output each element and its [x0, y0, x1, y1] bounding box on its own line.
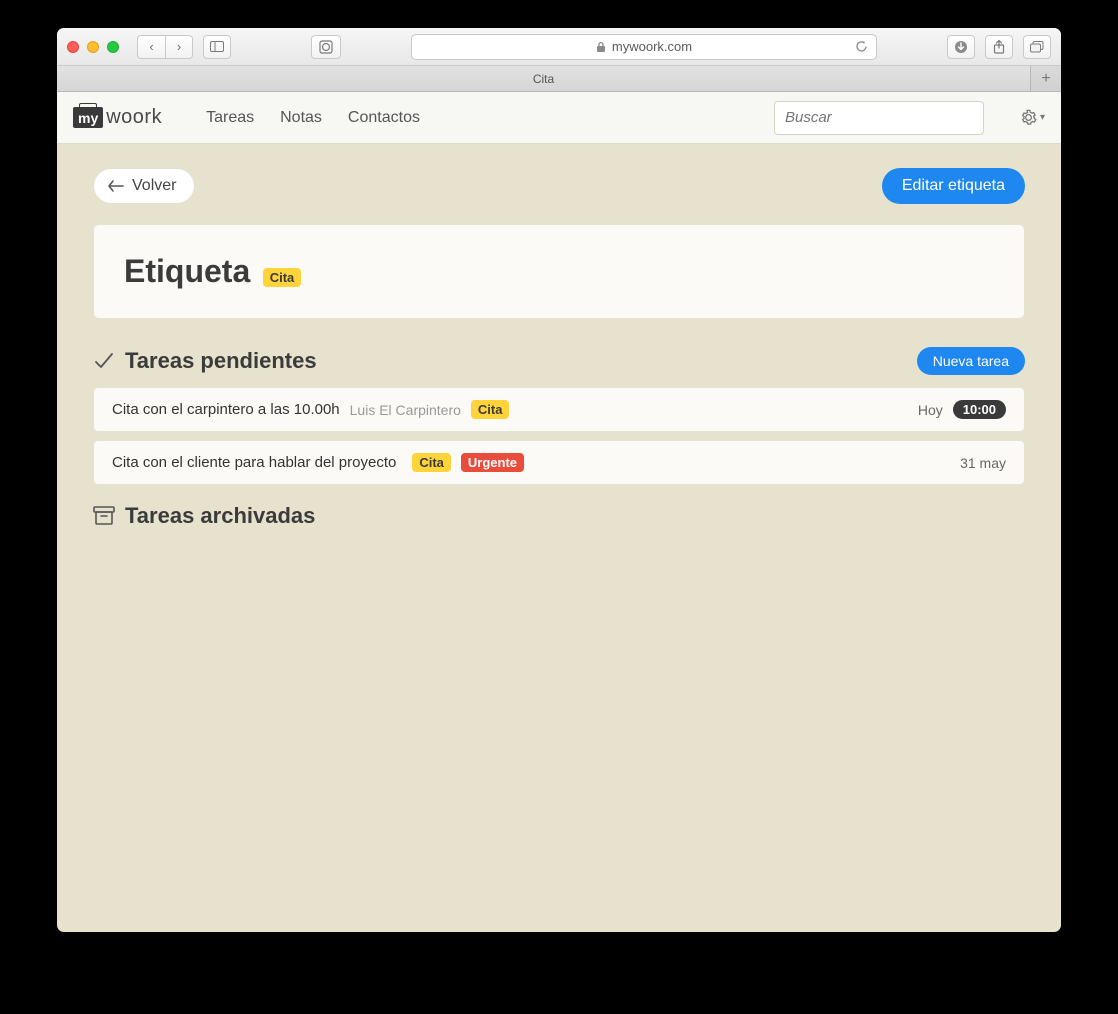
url-bar[interactable]: mywoork.com [411, 34, 877, 60]
arrow-left-icon [108, 180, 124, 192]
pending-section-header: Tareas pendientes Nueva tarea [93, 347, 1025, 375]
nav-contactos[interactable]: Contactos [348, 109, 420, 127]
page-title: Etiqueta [124, 253, 250, 290]
browser-tab[interactable]: Cita [57, 66, 1031, 91]
logo-text: woork [106, 106, 162, 129]
window-controls [67, 41, 119, 53]
settings-menu[interactable]: ▾ [1020, 109, 1045, 126]
minimize-window-icon[interactable] [87, 41, 99, 53]
app-header: my woork Tareas Notas Contactos ▾ [57, 92, 1061, 144]
task-tag: Cita [412, 453, 451, 472]
browser-window: ‹ › mywoork.com [57, 28, 1061, 932]
task-subtitle: Luis El Carpintero [350, 402, 461, 418]
new-task-button[interactable]: Nueva tarea [917, 347, 1025, 375]
nav-notas[interactable]: Notas [280, 109, 322, 127]
pending-title: Tareas pendientes [93, 348, 317, 374]
nav-tareas[interactable]: Tareas [206, 109, 254, 127]
tab-title: Cita [533, 72, 554, 86]
share-icon[interactable] [985, 35, 1013, 59]
task-time: 10:00 [953, 400, 1006, 419]
task-date: Hoy [918, 402, 943, 418]
check-icon [93, 350, 115, 372]
site-settings-icon[interactable] [311, 35, 341, 59]
tag-card: Etiqueta Cita [93, 224, 1025, 319]
task-row[interactable]: Cita con el carpintero a las 10.00h Luis… [93, 387, 1025, 432]
maximize-window-icon[interactable] [107, 41, 119, 53]
search-input[interactable] [774, 101, 984, 135]
edit-tag-button[interactable]: Editar etiqueta [882, 168, 1025, 204]
archived-section-header: Tareas archivadas [93, 503, 1025, 529]
nav-back-forward: ‹ › [137, 35, 193, 59]
task-tag-urgent: Urgente [461, 453, 524, 472]
browser-titlebar: ‹ › mywoork.com [57, 28, 1061, 66]
task-date: 31 may [960, 455, 1006, 471]
browser-tabbar: Cita + [57, 66, 1061, 92]
task-title: Cita con el cliente para hablar del proy… [112, 454, 396, 471]
browser-back-button[interactable]: ‹ [137, 35, 165, 59]
main-nav: Tareas Notas Contactos [206, 109, 420, 127]
new-tab-button[interactable]: + [1031, 66, 1061, 91]
reload-icon[interactable] [855, 40, 868, 53]
task-title: Cita con el carpintero a las 10.00h [112, 401, 340, 418]
url-text: mywoork.com [612, 39, 692, 54]
app-logo[interactable]: my woork [73, 106, 162, 129]
chevron-down-icon: ▾ [1040, 112, 1045, 123]
back-label: Volver [132, 177, 176, 195]
back-button[interactable]: Volver [93, 168, 195, 204]
logo-badge: my [73, 107, 103, 128]
page-content: Volver Editar etiqueta Etiqueta Cita Tar… [57, 144, 1061, 932]
close-window-icon[interactable] [67, 41, 79, 53]
downloads-icon[interactable] [947, 35, 975, 59]
gear-icon [1020, 109, 1037, 126]
archive-icon [93, 506, 115, 526]
lock-icon [596, 41, 606, 53]
task-row[interactable]: Cita con el cliente para hablar del proy… [93, 440, 1025, 485]
top-actions: Volver Editar etiqueta [93, 168, 1025, 204]
task-list: Cita con el carpintero a las 10.00h Luis… [93, 387, 1025, 485]
tabs-overview-icon[interactable] [1023, 35, 1051, 59]
tag-badge: Cita [263, 268, 302, 287]
sidebar-toggle-icon[interactable] [203, 35, 231, 59]
task-tag: Cita [471, 400, 510, 419]
browser-forward-button[interactable]: › [165, 35, 193, 59]
